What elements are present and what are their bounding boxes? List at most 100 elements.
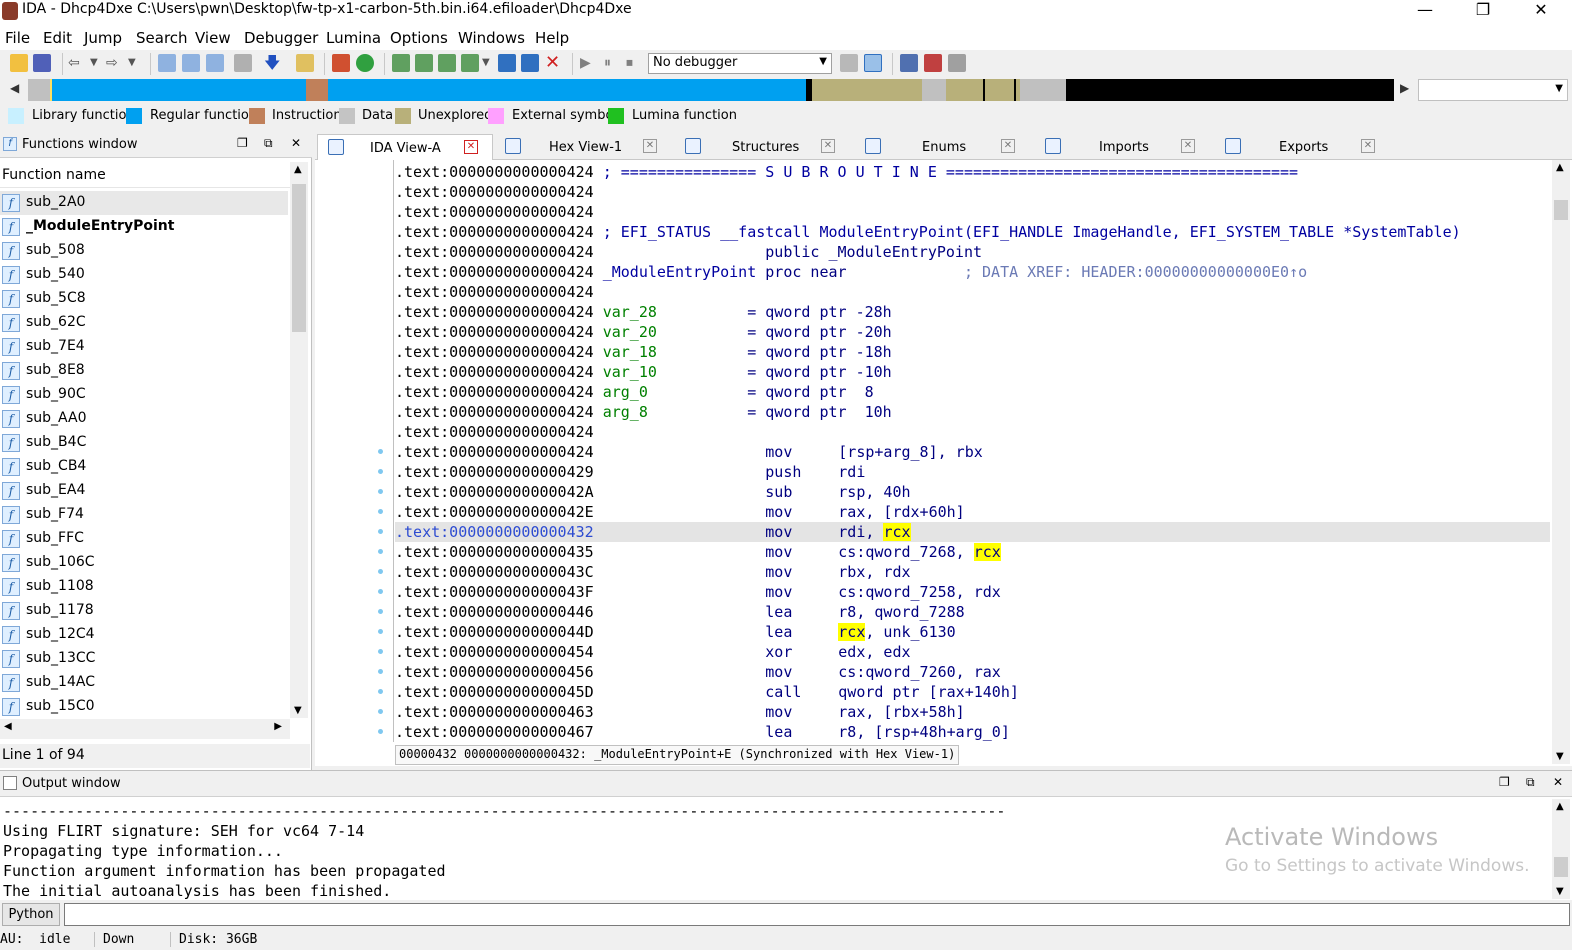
add-plugin-icon[interactable] <box>924 54 942 72</box>
disassembly-line[interactable]: .text:0000000000000424 mov [rsp+arg_8], r… <box>395 442 1550 462</box>
make-array-icon[interactable] <box>461 54 479 72</box>
back-arrow-icon[interactable]: ⇦ <box>68 54 86 72</box>
debugger-select[interactable]: No debugger ▼ <box>648 53 832 74</box>
function-list-item[interactable]: f sub_5C8 <box>0 287 288 311</box>
menu-help[interactable]: Help <box>535 29 569 47</box>
patch-icon[interactable] <box>234 54 252 72</box>
float-pane-icon[interactable]: ⧉ <box>1526 775 1535 790</box>
open-folder-icon[interactable] <box>10 54 28 72</box>
tab-ida-view-a[interactable]: IDA View-A ✕ <box>317 134 493 160</box>
disassembly-view[interactable]: .text:0000000000000424 ; ===============… <box>315 160 1572 766</box>
menu-windows[interactable]: Windows <box>458 29 525 47</box>
disassembly-line[interactable]: .text:0000000000000463 mov rax, [rbx+58h] <box>395 702 1550 722</box>
function-list-item[interactable]: f sub_B4C <box>0 431 288 455</box>
menu-lumina[interactable]: Lumina <box>326 29 381 47</box>
remove-plugin-icon[interactable] <box>948 54 966 72</box>
proximity-view-icon[interactable] <box>356 54 374 72</box>
function-list-item[interactable]: f sub_90C <box>0 383 288 407</box>
menu-search[interactable]: Search <box>136 29 188 47</box>
function-list-item[interactable]: f sub_1108 <box>0 575 288 599</box>
disassembly-line[interactable]: .text:0000000000000435 mov cs:qword_7268,… <box>395 542 1550 562</box>
function-list-item[interactable]: f sub_13CC <box>0 647 288 671</box>
tab-structures[interactable]: Structures ✕ <box>675 134 853 160</box>
menu-file[interactable]: File <box>5 29 30 47</box>
disassembly-line[interactable]: .text:000000000000042A sub rsp, 40h <box>395 482 1550 502</box>
forward-dropdown-icon[interactable]: ▼ <box>128 54 146 72</box>
function-list-item[interactable]: f sub_CB4 <box>0 455 288 479</box>
output-vscroll[interactable]: ▲ ▼ <box>1552 799 1570 899</box>
close-pane-icon[interactable]: ✕ <box>1553 775 1563 789</box>
float-pane-icon[interactable]: ⧉ <box>264 136 273 151</box>
scroll-up-icon[interactable]: ▲ <box>294 164 302 175</box>
minimize-button[interactable]: — <box>1402 0 1448 22</box>
menu-jump[interactable]: Jump <box>84 29 122 47</box>
tab-enums[interactable]: Enums ✕ <box>855 134 1033 160</box>
restore-pane-icon[interactable]: ❐ <box>237 136 248 150</box>
jump-down-arrow-icon[interactable]: 🡇 <box>264 54 282 72</box>
disassembly-line[interactable]: .text:0000000000000456 mov cs:qword_7260,… <box>395 662 1550 682</box>
scroll-down-icon[interactable]: ▼ <box>294 705 302 716</box>
restore-pane-icon[interactable]: ❐ <box>1499 775 1510 789</box>
disassembly-line[interactable]: .text:0000000000000424 <box>395 282 1550 302</box>
maximize-button[interactable]: ❐ <box>1460 0 1506 22</box>
disassembly-line[interactable]: .text:0000000000000454 xor edx, edx <box>395 642 1550 662</box>
function-list-item[interactable]: f sub_EA4 <box>0 479 288 503</box>
disassembly-line[interactable]: .text:0000000000000424 ; ===============… <box>395 162 1550 182</box>
scroll-down-icon[interactable]: ▼ <box>1556 886 1564 897</box>
function-list-item[interactable]: f sub_106C <box>0 551 288 575</box>
close-tab-icon[interactable]: ✕ <box>643 139 657 153</box>
function-list-item[interactable]: f sub_7E4 <box>0 335 288 359</box>
function-list-item[interactable]: f sub_14AC <box>0 671 288 695</box>
disassembly-line[interactable]: .text:0000000000000424 var_18 = qword pt… <box>395 342 1550 362</box>
function-list-item[interactable]: f sub_FFC <box>0 527 288 551</box>
trace-toggle-icon[interactable] <box>864 54 882 72</box>
disassembly-line[interactable]: .text:0000000000000424 var_10 = qword pt… <box>395 362 1550 382</box>
disassembly-line[interactable]: .text:0000000000000424 _ModuleEntryPoint… <box>395 262 1550 282</box>
disassembly-line[interactable]: .text:0000000000000424 <box>395 422 1550 442</box>
disasm-vscroll[interactable]: ▲ ▼ <box>1552 160 1570 764</box>
functions-hscroll[interactable]: ◀ ▶ <box>0 719 290 739</box>
undefine-x-icon[interactable]: ✕ <box>545 54 563 72</box>
edit-function-icon[interactable] <box>521 54 539 72</box>
stop-icon[interactable]: ⏹ <box>626 54 644 72</box>
save-icon[interactable] <box>33 54 51 72</box>
disassembly-line[interactable]: .text:0000000000000429 push rdi <box>395 462 1550 482</box>
disassembly-line[interactable]: .text:0000000000000424 public _ModuleEnt… <box>395 242 1550 262</box>
close-tab-icon[interactable]: ✕ <box>1181 139 1195 153</box>
disassembly-line[interactable]: .text:0000000000000424 var_28 = qword pt… <box>395 302 1550 322</box>
scroll-up-icon[interactable]: ▲ <box>1556 801 1564 812</box>
make-function-icon[interactable] <box>498 54 516 72</box>
function-list-item[interactable]: f sub_AA0 <box>0 407 288 431</box>
plugin-icon[interactable] <box>900 54 918 72</box>
close-window-button[interactable]: ✕ <box>1518 0 1564 22</box>
functions-scroll-thumb[interactable] <box>292 184 306 332</box>
breakpoint-list-icon[interactable] <box>840 54 858 72</box>
scroll-down-icon[interactable]: ▼ <box>1556 751 1564 762</box>
disasm-scroll-thumb[interactable] <box>1554 200 1568 220</box>
disassembly-line[interactable]: .text:0000000000000446 lea r8, qword_7288 <box>395 602 1550 622</box>
functions-vscroll[interactable]: ▲ ▼ <box>290 162 308 718</box>
function-list-item[interactable]: f sub_508 <box>0 239 288 263</box>
nav-right-arrow-icon[interactable]: ▶ <box>1400 81 1409 95</box>
disassembly-line[interactable]: .text:000000000000042E mov rax, [rdx+60h] <box>395 502 1550 522</box>
tab-hex-view-1[interactable]: Hex View-1 ✕ <box>495 134 673 160</box>
close-tab-icon[interactable]: ✕ <box>821 139 835 153</box>
make-data-icon[interactable] <box>415 54 433 72</box>
start-debugger-play-icon[interactable]: ▶ <box>580 54 598 72</box>
pause-icon[interactable]: ⏸ <box>604 54 622 72</box>
close-pane-icon[interactable]: ✕ <box>291 136 301 150</box>
command-input[interactable] <box>64 903 1570 926</box>
make-comment-icon[interactable] <box>296 54 314 72</box>
disassembly-line[interactable]: .text:0000000000000424 <box>395 182 1550 202</box>
function-list-item[interactable]: f sub_62C <box>0 311 288 335</box>
close-tab-icon[interactable]: ✕ <box>1361 139 1375 153</box>
tab-imports[interactable]: Imports ✕ <box>1035 134 1213 160</box>
function-list-item[interactable]: f sub_12C4 <box>0 623 288 647</box>
disassembly-line[interactable]: .text:0000000000000424 var_20 = qword pt… <box>395 322 1550 342</box>
nav-left-arrow-icon[interactable]: ◀ <box>10 81 19 95</box>
disassembly-line[interactable]: .text:000000000000044D lea rcx, unk_6130 <box>395 622 1550 642</box>
search-text-icon[interactable] <box>182 54 200 72</box>
menu-view[interactable]: View <box>195 29 231 47</box>
nav-zoom-select[interactable]: ▼ <box>1418 79 1568 101</box>
navigation-bar[interactable] <box>28 79 1394 101</box>
